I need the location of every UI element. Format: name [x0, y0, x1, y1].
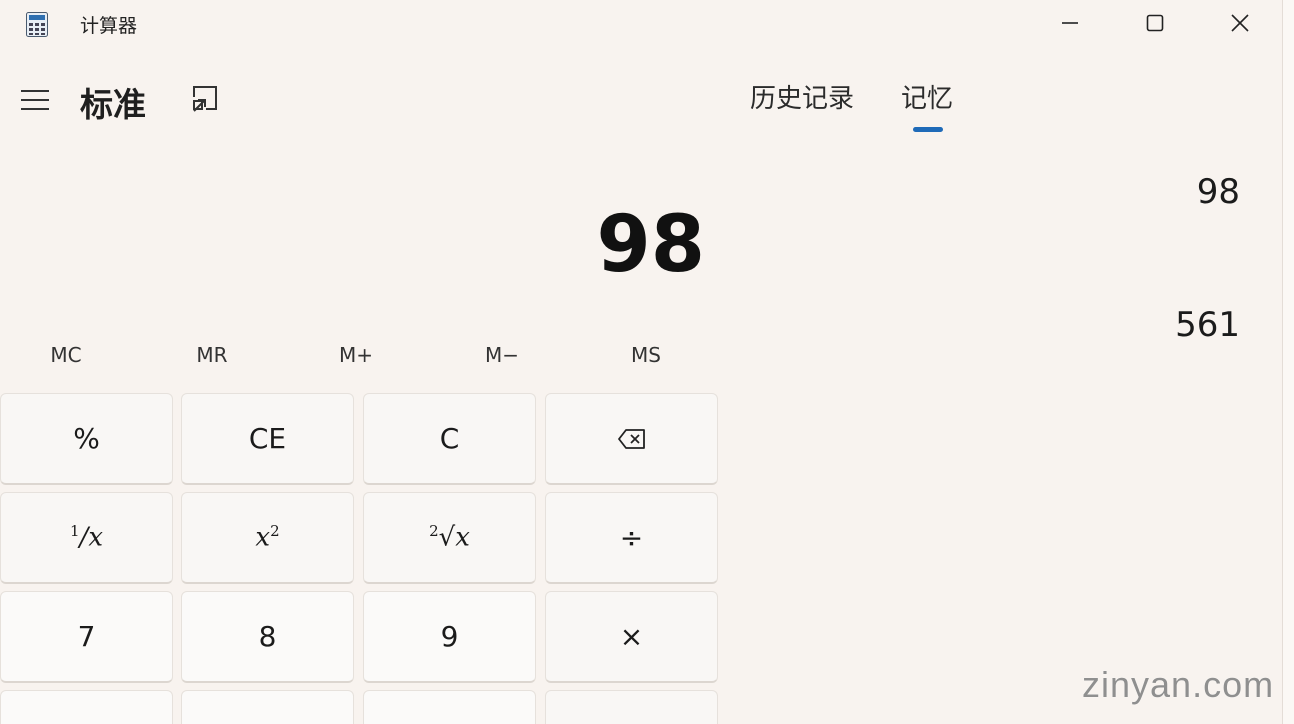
calculator-window: 计算器 标准 历史记录 记忆 98 98 561 MC MR M+ M− MS … [0, 0, 1282, 724]
digit-7-label: 7 [77, 620, 96, 653]
clear-label: C [439, 422, 460, 455]
tab-selection-indicator [913, 127, 943, 132]
watermark: zinyan.com [1082, 664, 1275, 705]
mode-title: 标准 [80, 85, 146, 124]
backspace-button[interactable] [545, 393, 718, 485]
memory-subtract-button[interactable]: M− [457, 343, 547, 373]
memory-recall-button[interactable]: MR [167, 343, 257, 373]
title-bar: 计算器 [0, 0, 1282, 48]
tab-memory[interactable]: 记忆 [901, 78, 953, 115]
maximize-button[interactable] [1133, 6, 1177, 40]
digit-5-button[interactable] [181, 690, 354, 724]
digit-6-button[interactable] [363, 690, 536, 724]
window-title: 计算器 [80, 15, 138, 37]
memory-store-button[interactable]: MS [601, 343, 691, 373]
multiply-button[interactable]: × [545, 591, 718, 683]
reciprocal-button[interactable]: 1/x [0, 492, 173, 584]
memory-item[interactable]: 561 [1100, 305, 1240, 345]
digit-8-label: 8 [258, 620, 277, 653]
subtract-button[interactable] [545, 690, 718, 724]
close-button[interactable] [1218, 6, 1262, 40]
divide-label: ÷ [619, 521, 644, 554]
result-display: 98 [596, 200, 705, 290]
square-button[interactable]: x2 [181, 492, 354, 584]
square-root-button[interactable]: 2√x [363, 492, 536, 584]
percent-label: % [73, 422, 100, 455]
memory-clear-button[interactable]: MC [21, 343, 111, 373]
keep-on-top-icon[interactable] [190, 83, 222, 115]
divide-button[interactable]: ÷ [545, 492, 718, 584]
clear-button[interactable]: C [363, 393, 536, 485]
maximize-icon [1146, 14, 1164, 32]
hamburger-icon[interactable] [20, 88, 50, 112]
calculator-app-icon [26, 12, 48, 37]
memory-item[interactable]: 98 [1100, 172, 1240, 212]
tab-history[interactable]: 历史记录 [750, 78, 854, 115]
multiply-label: × [619, 620, 644, 653]
square-root-label: 2√x [429, 522, 470, 553]
square-label: x2 [255, 522, 280, 553]
backspace-icon [617, 428, 645, 449]
minimize-button[interactable] [1048, 6, 1092, 40]
close-icon [1231, 14, 1249, 32]
digit-9-button[interactable]: 9 [363, 591, 536, 683]
digit-4-button[interactable] [0, 690, 173, 724]
digit-9-label: 9 [440, 620, 459, 653]
clear-entry-button[interactable]: CE [181, 393, 354, 485]
window-edge [1282, 0, 1294, 724]
digit-8-button[interactable]: 8 [181, 591, 354, 683]
digit-7-button[interactable]: 7 [0, 591, 173, 683]
percent-button[interactable]: % [0, 393, 173, 485]
reciprocal-label: 1/x [70, 522, 103, 553]
clear-entry-label: CE [248, 422, 287, 455]
memory-add-button[interactable]: M+ [311, 343, 401, 373]
minimize-icon [1062, 22, 1078, 24]
